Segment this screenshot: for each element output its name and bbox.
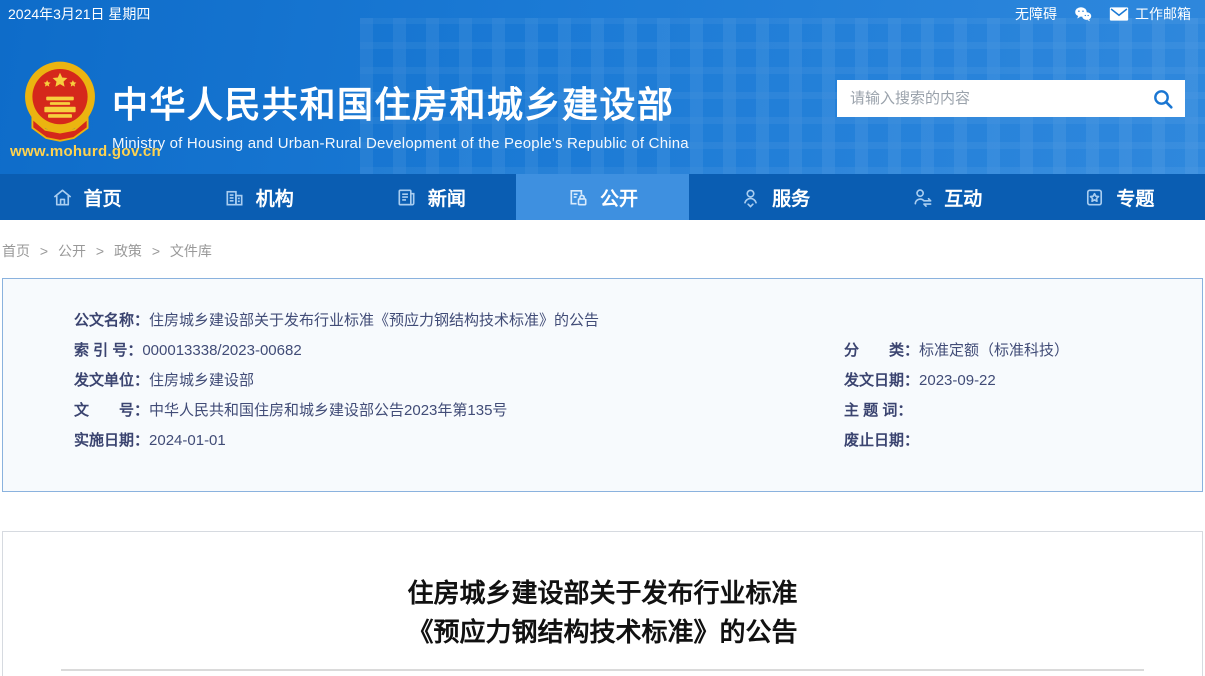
nav-item-news[interactable]: 新闻 <box>344 174 516 220</box>
meta-value-doc-number: 中华人民共和国住房和城乡建设部公告2023年第135号 <box>149 402 507 419</box>
article-divider <box>61 669 1144 671</box>
meta-value-issuing-unit: 住房城乡建设部 <box>149 372 254 389</box>
meta-value-doc-name: 住房城乡建设部关于发布行业标准《预应力钢结构技术标准》的公告 <box>149 312 599 329</box>
national-emblem <box>23 58 97 150</box>
nav-item-topics[interactable]: 专题 <box>1033 174 1205 220</box>
breadcrumb-disclosure[interactable]: 公开 <box>58 243 86 259</box>
topbar: 2024年3月21日 星期四 无障碍 <box>0 0 1205 28</box>
site-subtitle: Ministry of Housing and Urban-Rural Deve… <box>112 135 689 152</box>
meta-value-index-number: 000013338/2023-00682 <box>142 342 301 359</box>
breadcrumb-library[interactable]: 文件库 <box>170 243 212 259</box>
organization-icon <box>223 186 246 209</box>
nav-item-disclosure[interactable]: 公开 <box>516 174 688 220</box>
nav-label: 互动 <box>944 184 982 211</box>
main-nav: 首页 机构 新闻 公开 <box>0 174 1205 220</box>
nav-label: 新闻 <box>428 184 466 211</box>
meta-value-category: 标准定额（标准科技） <box>919 342 1069 359</box>
envelope-icon <box>1109 6 1129 22</box>
nav-label: 服务 <box>772 184 810 211</box>
meta-value-effective-date: 2024-01-01 <box>149 432 226 449</box>
search-box <box>837 80 1185 117</box>
news-icon <box>395 186 418 209</box>
meta-label-effective-date: 实施日期： <box>74 432 149 449</box>
breadcrumb-policy[interactable]: 政策 <box>114 243 142 259</box>
meta-label-subject-words: 主 题 词： <box>844 402 912 419</box>
meta-row: 公文名称：住房城乡建设部关于发布行业标准《预应力钢结构技术标准》的公告 <box>3 306 1202 336</box>
meta-value-issue-date: 2023-09-22 <box>919 372 996 389</box>
nav-label: 首页 <box>84 184 122 211</box>
site-header: 2024年3月21日 星期四 无障碍 <box>0 0 1205 174</box>
article-box: 住房城乡建设部关于发布行业标准 《预应力钢结构技术标准》的公告 <box>2 531 1203 676</box>
meta-label-doc-number: 文 号： <box>74 402 149 419</box>
accessibility-link[interactable]: 无障碍 <box>1015 4 1057 24</box>
breadcrumb: 首页 > 公开 > 政策 > 文件库 <box>2 241 212 261</box>
wechat-icon[interactable] <box>1073 5 1093 23</box>
nav-item-home[interactable]: 首页 <box>0 174 172 220</box>
meta-row: 实施日期：2024-01-01 废止日期： <box>3 426 1202 456</box>
home-icon <box>51 186 74 209</box>
meta-label-category: 分 类： <box>844 342 919 359</box>
meta-label-repeal-date: 废止日期： <box>844 432 919 449</box>
service-person-icon <box>739 186 762 209</box>
nav-item-service[interactable]: 服务 <box>689 174 861 220</box>
nav-item-organization[interactable]: 机构 <box>172 174 344 220</box>
nav-label: 机构 <box>256 184 294 211</box>
topbar-date: 2024年3月21日 星期四 <box>8 4 150 24</box>
breadcrumb-separator: > <box>40 243 48 259</box>
meta-label-doc-name: 公文名称： <box>74 312 149 329</box>
meta-row: 索 引 号：000013338/2023-00682 分 类：标准定额（标准科技… <box>3 336 1202 366</box>
meta-row: 发文单位：住房城乡建设部 发文日期：2023-09-22 <box>3 366 1202 396</box>
breadcrumb-separator: > <box>96 243 104 259</box>
meta-label-issue-date: 发文日期： <box>844 372 919 389</box>
site-url: www.mohurd.gov.cn <box>10 143 161 160</box>
mailbox-link[interactable]: 工作邮箱 <box>1109 4 1191 24</box>
article-title: 住房城乡建设部关于发布行业标准 《预应力钢结构技术标准》的公告 <box>3 574 1202 652</box>
article-title-line2: 《预应力钢结构技术标准》的公告 <box>407 617 797 647</box>
meta-label-index-number: 索 引 号： <box>74 342 142 359</box>
nav-label: 公开 <box>600 184 638 211</box>
nav-label: 专题 <box>1116 184 1154 211</box>
meta-row: 文 号：中华人民共和国住房和城乡建设部公告2023年第135号 主 题 词： <box>3 396 1202 426</box>
meta-label-issuing-unit: 发文单位： <box>74 372 149 389</box>
mailbox-label: 工作邮箱 <box>1135 4 1191 24</box>
breadcrumb-home[interactable]: 首页 <box>2 243 30 259</box>
document-meta-box: 公文名称：住房城乡建设部关于发布行业标准《预应力钢结构技术标准》的公告 索 引 … <box>2 278 1203 492</box>
disclosure-lock-icon <box>567 186 590 209</box>
article-title-line1: 住房城乡建设部关于发布行业标准 <box>407 578 797 608</box>
interaction-arrows-icon <box>911 186 934 209</box>
search-button[interactable] <box>1141 80 1185 117</box>
search-icon <box>1151 87 1175 111</box>
topics-star-icon <box>1083 186 1106 209</box>
site-title: 中华人民共和国住房和城乡建设部 <box>112 76 689 128</box>
search-input[interactable] <box>837 80 1141 117</box>
breadcrumb-separator: > <box>152 243 160 259</box>
nav-item-interaction[interactable]: 互动 <box>861 174 1033 220</box>
